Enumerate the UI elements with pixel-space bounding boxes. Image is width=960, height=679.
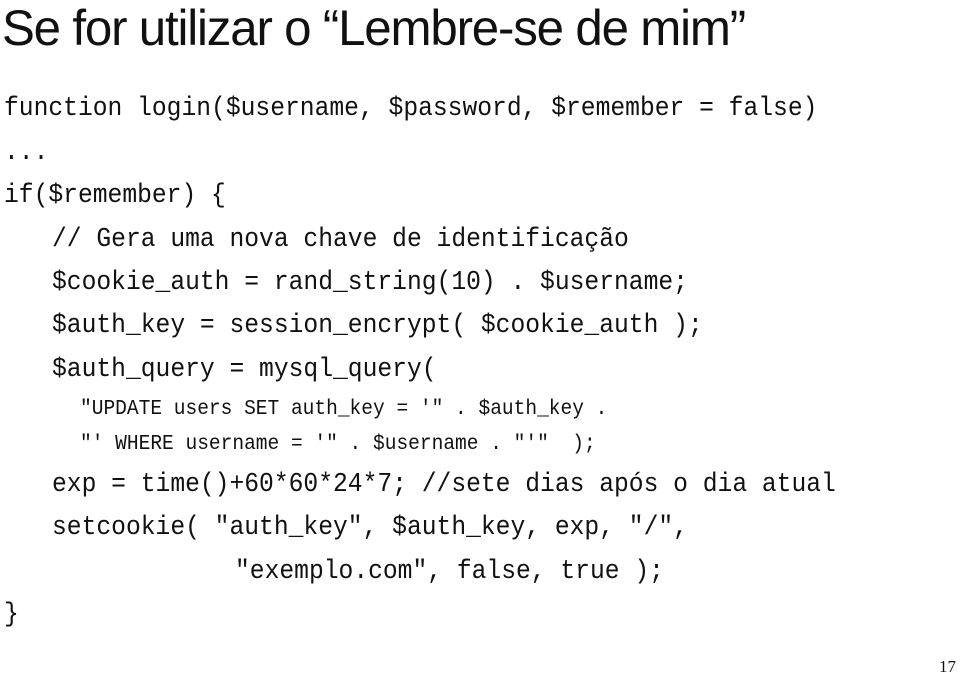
code-line-setcookie: setcookie( "auth_key", $auth_key, exp, "… — [52, 512, 688, 542]
code-line-sql-where: "' WHERE username = '" . $username . "'"… — [80, 433, 596, 456]
code-line-auth-query: $auth_query = mysql_query( — [52, 354, 437, 384]
code-line-auth-key: $auth_key = session_encrypt( $cookie_aut… — [52, 310, 703, 340]
code-line-if-remember: if($remember) { — [4, 180, 226, 210]
code-line-comment: // Gera uma nova chave de identificação — [52, 224, 629, 254]
slide-title: Se for utilizar o “Lembre-se de mim” — [2, 0, 746, 56]
code-line-ellipsis: ... — [4, 137, 49, 167]
code-line-cookie-auth: $cookie_auth = rand_string(10) . $userna… — [52, 267, 688, 297]
code-line-close-brace: } — [4, 599, 19, 629]
page-number: 17 — [939, 657, 956, 676]
code-block: function login($username, $password, $re… — [0, 0, 836, 629]
code-line-function-signature: function login($username, $password, $re… — [4, 93, 818, 123]
code-line-sql-update: "UPDATE users SET auth_key = '" . $auth_… — [80, 398, 608, 421]
code-line-exp: exp = time()+60*60*24*7; //sete dias apó… — [52, 469, 836, 499]
code-line-setcookie-cont: "exemplo.com", false, true ); — [235, 556, 664, 586]
